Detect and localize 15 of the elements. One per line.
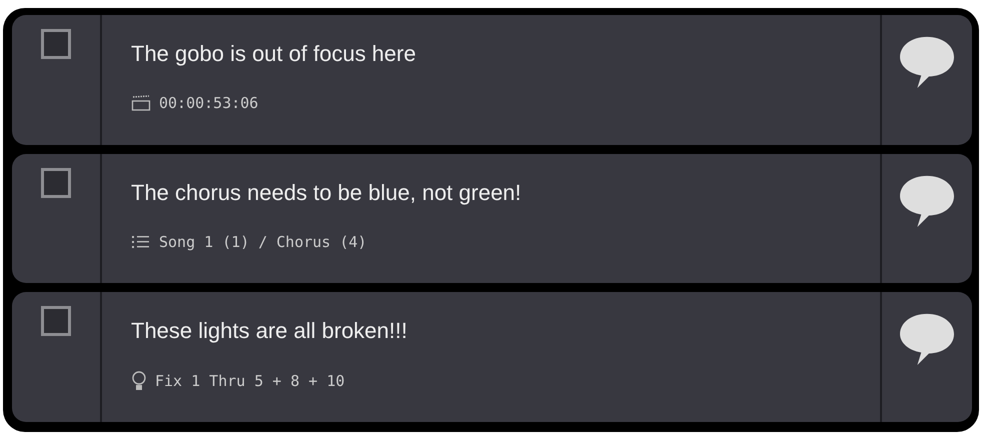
clapperboard-icon (131, 95, 151, 111)
checkbox[interactable] (41, 306, 71, 336)
note-text: These lights are all broken!!! (131, 318, 408, 344)
speech-bubble-icon[interactable] (898, 312, 956, 366)
list-icon (131, 234, 151, 249)
checkbox[interactable] (41, 29, 71, 59)
speech-bubble-icon[interactable] (898, 35, 956, 89)
note-text: The chorus needs to be blue, not green! (131, 180, 522, 206)
note-reference: 00:00:53:06 (159, 94, 258, 112)
light-bulb-icon (131, 371, 147, 392)
note-reference: Song 1 (1) / Chorus (4) (159, 232, 367, 251)
note-text: The gobo is out of focus here (131, 41, 417, 67)
checkbox[interactable] (41, 168, 71, 198)
note-reference: Fix 1 Thru 5 + 8 + 10 (155, 372, 345, 390)
speech-bubble-icon[interactable] (898, 174, 956, 228)
